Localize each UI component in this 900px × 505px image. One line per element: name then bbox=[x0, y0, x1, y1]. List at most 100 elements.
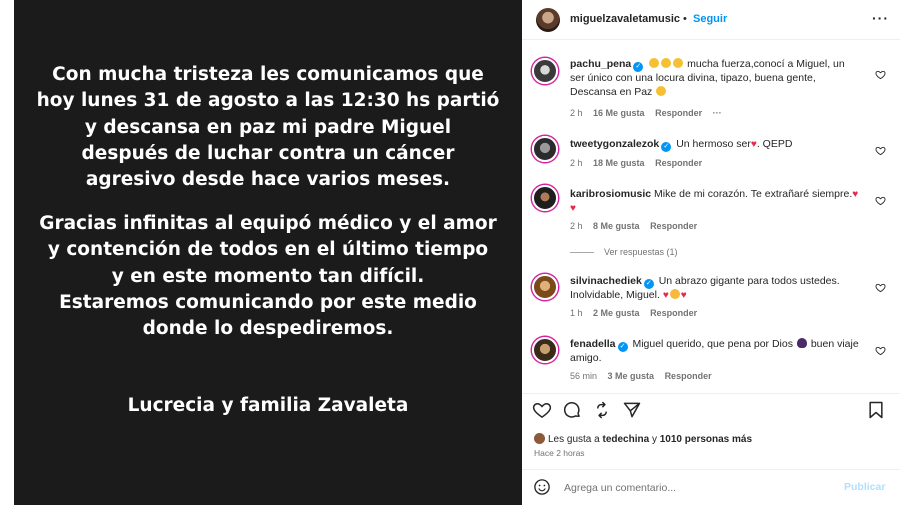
commenter-avatar[interactable] bbox=[532, 136, 558, 162]
comment-more-icon[interactable]: ··· bbox=[713, 108, 722, 118]
comment-username[interactable]: fenadella bbox=[570, 338, 616, 350]
publish-button[interactable]: Publicar bbox=[844, 481, 885, 493]
view-replies-button[interactable]: Ver respuestas (1) bbox=[570, 247, 678, 257]
verified-badge-icon: ✓ bbox=[643, 279, 654, 289]
reply-button[interactable]: Responder bbox=[665, 371, 712, 381]
comment-likes[interactable]: 2 Me gusta bbox=[593, 308, 640, 318]
post-time-ago: Hace 2 horas bbox=[534, 448, 585, 458]
comment-meta: 56 min 3 Me gusta Responder bbox=[570, 371, 720, 381]
comment-text-after: . QEPD bbox=[756, 138, 793, 150]
comments-panel: miguelzavaletamusic • Seguir ··· pachu_p… bbox=[522, 0, 900, 505]
comment-bubble-icon[interactable] bbox=[562, 400, 582, 420]
comment-likes[interactable]: 16 Me gusta bbox=[593, 108, 645, 118]
crying-emoji-icon bbox=[656, 85, 667, 96]
comment-likes[interactable]: 18 Me gusta bbox=[593, 158, 645, 168]
post-paragraph-1: Con mucha tristeza les comunicamos que h… bbox=[14, 62, 522, 193]
author-avatar[interactable] bbox=[536, 8, 560, 32]
comment-username[interactable]: tweetygonzalezok bbox=[570, 138, 659, 150]
post-line: agresivo desde hace varios meses. bbox=[85, 169, 451, 191]
post-line: después de luchar contra un cáncer bbox=[81, 142, 455, 164]
comment-like-heart-icon[interactable] bbox=[875, 280, 886, 293]
likes-connector: y bbox=[651, 434, 657, 445]
comment-meta: 2 h 16 Me gusta Responder ··· bbox=[570, 108, 730, 118]
verified-badge-icon: ✓ bbox=[633, 62, 644, 72]
post-line: hoy lunes 31 de agosto a las 12:30 hs pa… bbox=[36, 90, 500, 112]
bookmark-icon[interactable] bbox=[866, 400, 886, 420]
commenter-avatar[interactable] bbox=[532, 274, 558, 300]
heart-outline-icon[interactable] bbox=[532, 400, 552, 420]
liker-avatar bbox=[534, 433, 545, 444]
comment-username[interactable]: karibrosiomusic bbox=[570, 188, 651, 200]
commenter-avatar[interactable] bbox=[532, 185, 558, 211]
view-replies-label: Ver respuestas (1) bbox=[604, 247, 678, 257]
comment-time: 56 min bbox=[570, 371, 598, 381]
verified-badge-icon: ✓ bbox=[661, 142, 672, 152]
post-line: Estaremos comunicando por este medio bbox=[59, 291, 477, 313]
comment-text: Miguel querido, que pena por Dios bbox=[632, 338, 793, 350]
comment-time: 2 h bbox=[570, 221, 583, 231]
post-line: donde lo despediremos. bbox=[142, 318, 394, 340]
reply-button[interactable]: Responder bbox=[655, 108, 702, 118]
red-heart-emoji-icon: ♥ bbox=[662, 290, 669, 301]
post-paragraph-2: Gracias infinitas al equipó médico y el … bbox=[14, 211, 522, 342]
comment-text: Un hermoso ser bbox=[676, 138, 751, 150]
post-image: Con mucha tristeza les comunicamos que h… bbox=[14, 0, 522, 505]
crying-emoji-icon bbox=[661, 58, 672, 68]
comment-like-heart-icon[interactable] bbox=[875, 343, 886, 356]
author-username[interactable]: miguelzavaletamusic bbox=[570, 13, 680, 25]
post-signature: Lucrecia y familia Zavaleta bbox=[14, 393, 522, 419]
replies-divider bbox=[570, 252, 594, 254]
left-margin bbox=[0, 0, 14, 505]
red-heart-emoji-icon: ♥ bbox=[680, 290, 687, 301]
comment-body: tweetygonzalezok ✓ Un hermoso ser♥. QEPD bbox=[570, 138, 862, 152]
comment-likes[interactable]: 3 Me gusta bbox=[608, 371, 655, 381]
smiley-icon[interactable] bbox=[533, 478, 551, 496]
comment-like-heart-icon[interactable] bbox=[875, 67, 886, 80]
paper-plane-icon[interactable] bbox=[622, 400, 642, 420]
reply-button[interactable]: Responder bbox=[655, 158, 702, 168]
comment-username[interactable]: pachu_pena bbox=[570, 58, 631, 70]
separator-dot: • bbox=[683, 13, 687, 25]
comment-username[interactable]: silvinachediek bbox=[570, 275, 642, 287]
comment-like-heart-icon[interactable] bbox=[875, 143, 886, 156]
likes-prefix: Les gusta a bbox=[548, 434, 600, 445]
crying-emoji-icon bbox=[673, 58, 684, 68]
comment-input[interactable] bbox=[564, 480, 834, 496]
repost-icon[interactable] bbox=[592, 400, 612, 420]
comment-text: Mike de mi corazón. Te extrañaré siempre… bbox=[654, 188, 853, 200]
comment-box-divider bbox=[522, 469, 900, 470]
comment-time: 2 h bbox=[570, 158, 583, 168]
follow-button[interactable]: Seguir bbox=[693, 13, 727, 25]
comment-time: 1 h bbox=[570, 308, 583, 318]
commenter-avatar[interactable] bbox=[532, 337, 558, 363]
comment-body: silvinachediek ✓ Un abrazo gigante para t… bbox=[570, 275, 862, 303]
crying-emoji-icon bbox=[649, 58, 660, 68]
red-heart-emoji-icon: ♥ bbox=[570, 202, 576, 214]
likes-count[interactable]: 1010 personas más bbox=[660, 434, 752, 445]
reply-button[interactable]: Responder bbox=[650, 308, 697, 318]
post-line: Gracias infinitas al equipó médico y el … bbox=[39, 213, 497, 234]
likes-summary: Les gusta a tedechina y 1010 personas má… bbox=[534, 433, 752, 445]
post-line: y en este momento tan difícil. bbox=[111, 265, 425, 287]
actions-divider bbox=[522, 393, 900, 394]
post-line: y contención de todos en el último tiemp… bbox=[47, 239, 489, 261]
raised-hands-emoji-icon bbox=[669, 289, 680, 299]
commenter-avatar[interactable] bbox=[532, 58, 558, 84]
red-heart-emoji-icon: ♥ bbox=[852, 189, 859, 200]
post-header: miguelzavaletamusic • Seguir ··· bbox=[522, 0, 900, 40]
comment-meta: 2 h 18 Me gusta Responder bbox=[570, 158, 710, 168]
comment-time: 2 h bbox=[570, 108, 583, 118]
post-line: y descansa en paz mi padre Miguel bbox=[84, 116, 452, 138]
verified-badge-icon: ✓ bbox=[617, 342, 628, 352]
liker-username[interactable]: tedechina bbox=[603, 434, 650, 445]
comment-body: karibrosiomusic Mike de mi corazón. Te e… bbox=[570, 188, 862, 215]
comment-body: pachu_pena ✓ mucha fuerza,conocí a Miguel… bbox=[570, 58, 862, 99]
comment-like-heart-icon[interactable] bbox=[875, 193, 886, 206]
more-options-icon[interactable]: ··· bbox=[872, 10, 889, 26]
post-line: Con mucha tristeza les comunicamos que bbox=[52, 64, 484, 85]
comment-body: fenadella ✓ Miguel querido, que pena por … bbox=[570, 338, 862, 366]
comment-likes[interactable]: 8 Me gusta bbox=[593, 221, 640, 231]
purple-heart-emoji-icon bbox=[796, 338, 807, 348]
reply-button[interactable]: Responder bbox=[650, 221, 697, 231]
post-line: Lucrecia y familia Zavaleta bbox=[127, 395, 409, 416]
